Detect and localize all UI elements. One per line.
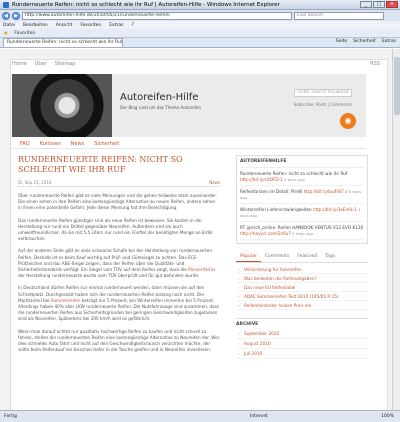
popular-list: Versicherung für Autoreifen Was bedeuten… bbox=[236, 265, 368, 310]
post-title[interactable]: Runderneuerte Reifen: nicht so schlecht … bbox=[18, 155, 220, 175]
nav-kurioses[interactable]: Kurioses bbox=[40, 141, 61, 147]
post-category[interactable]: News bbox=[209, 180, 220, 185]
archive-widget: ARCHIVE September 2010 August 2010 Juli … bbox=[236, 318, 368, 359]
page-menu[interactable]: Seite bbox=[336, 39, 347, 44]
post-meta: Di, Sep 21, 2010 News bbox=[18, 180, 220, 187]
archive-title: ARCHIVE bbox=[236, 322, 259, 327]
window-controls: _ □ × bbox=[360, 1, 398, 8]
command-bar: Seite Sicherheit Extras bbox=[336, 39, 396, 44]
site-header: Autoreifen-Hilfe Der Blog rund um das Th… bbox=[12, 74, 366, 137]
browser-tab[interactable]: Runderneuerte Reifen: nicht so schlecht … bbox=[3, 38, 123, 47]
maximize-button[interactable]: □ bbox=[373, 1, 385, 8]
favorites-button[interactable]: Favoriten bbox=[14, 31, 35, 36]
address-toolbar: ◀ ▶ http://www.autoreifen-hilfe.de/2010/… bbox=[0, 10, 400, 21]
brand: Autoreifen-Hilfe Der Blog rund um das Th… bbox=[120, 92, 201, 110]
main-nav: FAQ Kurioses News Sicherheit bbox=[12, 139, 366, 149]
topnav-sitemap[interactable]: Sitemap bbox=[55, 61, 76, 67]
site-search-input[interactable]: enter search keyword ⌕ bbox=[294, 89, 352, 97]
site-title[interactable]: Autoreifen-Hilfe bbox=[120, 92, 201, 103]
search-icon[interactable]: ⌕ bbox=[346, 90, 349, 96]
status-bar: Fertig Internet 100% bbox=[0, 410, 400, 422]
twitter-widget: AUTOREIFENHILFE Runderneuerte Reifen: ni… bbox=[236, 155, 368, 244]
list-item[interactable]: ADAC Sommerreifen Test 2010 (195/65 R 15… bbox=[236, 292, 368, 301]
tab-popular[interactable]: Popular bbox=[236, 252, 261, 262]
window-title: Runderneuerte Reifen: nicht so schlecht … bbox=[12, 1, 280, 8]
vertical-scrollbar[interactable] bbox=[392, 49, 400, 410]
post-paragraph: In Deutschland dürfen Reifen nur einmal … bbox=[18, 285, 220, 322]
tweet: Winterreifen Lieferschwierigkeiten http:… bbox=[240, 204, 364, 222]
back-button[interactable]: ◀ bbox=[2, 11, 10, 20]
list-item[interactable]: Was bedeuten die Reifenangaben? bbox=[236, 274, 368, 283]
menu-extras[interactable]: Extras bbox=[109, 23, 123, 28]
post-date: Di, Sep 21, 2010 bbox=[18, 180, 52, 185]
list-item[interactable]: Reifenhersteller heizen Preis ein bbox=[236, 301, 368, 310]
live-search-input[interactable]: Live Search bbox=[294, 11, 384, 20]
nav-faq[interactable]: FAQ bbox=[20, 141, 30, 147]
scrollbar-thumb[interactable] bbox=[394, 57, 400, 115]
post-paragraph: Auf der anderen Seite gibt es viele schw… bbox=[18, 248, 216, 279]
post-paragraph: Das runderneuerte Reifen günstiger sind … bbox=[18, 217, 213, 242]
rss-link[interactable]: RSS bbox=[370, 61, 380, 67]
top-nav: Home Über Sitemap bbox=[12, 61, 75, 67]
menu-help[interactable]: ? bbox=[131, 23, 133, 28]
zoom-level[interactable]: 100% bbox=[381, 414, 394, 419]
tweet-link[interactable]: http://bit.ly/3xEnIH-1 bbox=[313, 207, 357, 212]
tweet: RT @rrich_online: Reifen HANKOOK VENTUS … bbox=[240, 222, 364, 240]
address-input[interactable]: http://www.autoreifen-hilfe.de/2010/05/2… bbox=[22, 11, 292, 20]
menu-favoriten[interactable]: Favoriten bbox=[80, 23, 101, 28]
tweet-link[interactable]: http://bit.ly/buIF8I7 z bbox=[304, 189, 348, 194]
tweet-link[interactable]: http://tinyurl.com/2c6u7 bbox=[240, 231, 291, 236]
menu-bar: Datei Bearbeiten Ansicht Favoriten Extra… bbox=[0, 21, 400, 29]
favorites-bar: ★ Favoriten bbox=[0, 29, 400, 38]
tab-strip: Runderneuerte Reifen: nicht so schlecht … bbox=[0, 38, 400, 48]
tweet: Runderneuerte Reifen: nicht so schlecht … bbox=[240, 168, 364, 186]
tab-comments[interactable]: Comments bbox=[261, 252, 293, 262]
rss-icon[interactable]: ◉ bbox=[340, 113, 356, 129]
list-item[interactable]: August 2010 bbox=[236, 339, 368, 349]
security-zone: Internet bbox=[250, 414, 268, 419]
inline-link[interactable]: Pannenfall bbox=[188, 267, 210, 272]
status-text: Fertig bbox=[4, 414, 17, 419]
list-item[interactable]: September 2010 bbox=[236, 329, 368, 339]
tweet-link[interactable]: http://bit.ly/c0OFD-1 bbox=[240, 177, 283, 182]
topnav-about[interactable]: Über bbox=[35, 61, 47, 67]
nav-sicherheit[interactable]: Sicherheit bbox=[94, 141, 119, 147]
security-menu[interactable]: Sicherheit bbox=[353, 39, 376, 44]
list-item[interactable]: Das neue EU Reifenlabel bbox=[236, 283, 368, 292]
list-item[interactable]: Juli 2010 bbox=[236, 349, 368, 359]
sidebar: AUTOREIFENHILFE Runderneuerte Reifen: ni… bbox=[236, 155, 368, 359]
topnav-home[interactable]: Home bbox=[12, 61, 27, 67]
twitter-title: AUTOREIFENHILFE bbox=[240, 159, 364, 168]
tab-tags[interactable]: Tags bbox=[321, 252, 339, 262]
ie-icon bbox=[3, 1, 9, 8]
subscribe-links[interactable]: Subscribe: Posts | Comments bbox=[294, 102, 352, 107]
menu-ansicht[interactable]: Ansicht bbox=[56, 23, 73, 28]
header-wheel-image bbox=[12, 74, 112, 137]
inline-link[interactable]: Sommerreifen bbox=[51, 298, 81, 303]
close-button[interactable]: × bbox=[386, 1, 398, 8]
menu-bearbeiten[interactable]: Bearbeiten bbox=[23, 23, 48, 28]
page-viewport: Home Über Sitemap RSS Autoreifen-Hilfe D… bbox=[0, 49, 392, 410]
site-tagline: Der Blog rund um das Thema Autoreifen bbox=[120, 105, 202, 110]
nav-news[interactable]: News bbox=[71, 141, 85, 147]
tab-featured[interactable]: Featured bbox=[293, 252, 321, 262]
forward-button[interactable]: ▶ bbox=[12, 11, 20, 20]
minimize-button[interactable]: _ bbox=[360, 1, 372, 8]
post-paragraph: Wenn man darauf achtet nur qualitativ ho… bbox=[18, 328, 220, 353]
window-titlebar: Runderneuerte Reifen: nicht so schlecht … bbox=[0, 0, 400, 10]
tweet: Reifenfarsten im Detail: Pirelli http://… bbox=[240, 186, 364, 204]
post-paragraph: Über runderneuerte Reifen gibt es viele … bbox=[18, 193, 217, 211]
star-icon[interactable]: ★ bbox=[3, 30, 8, 37]
post: Runderneuerte Reifen: nicht so schlecht … bbox=[18, 155, 220, 353]
list-item[interactable]: Versicherung für Autoreifen bbox=[236, 265, 368, 274]
menu-datei[interactable]: Datei bbox=[3, 23, 15, 28]
tools-menu[interactable]: Extras bbox=[382, 39, 396, 44]
sidebar-tabs: Popular Comments Featured Tags bbox=[236, 252, 368, 263]
